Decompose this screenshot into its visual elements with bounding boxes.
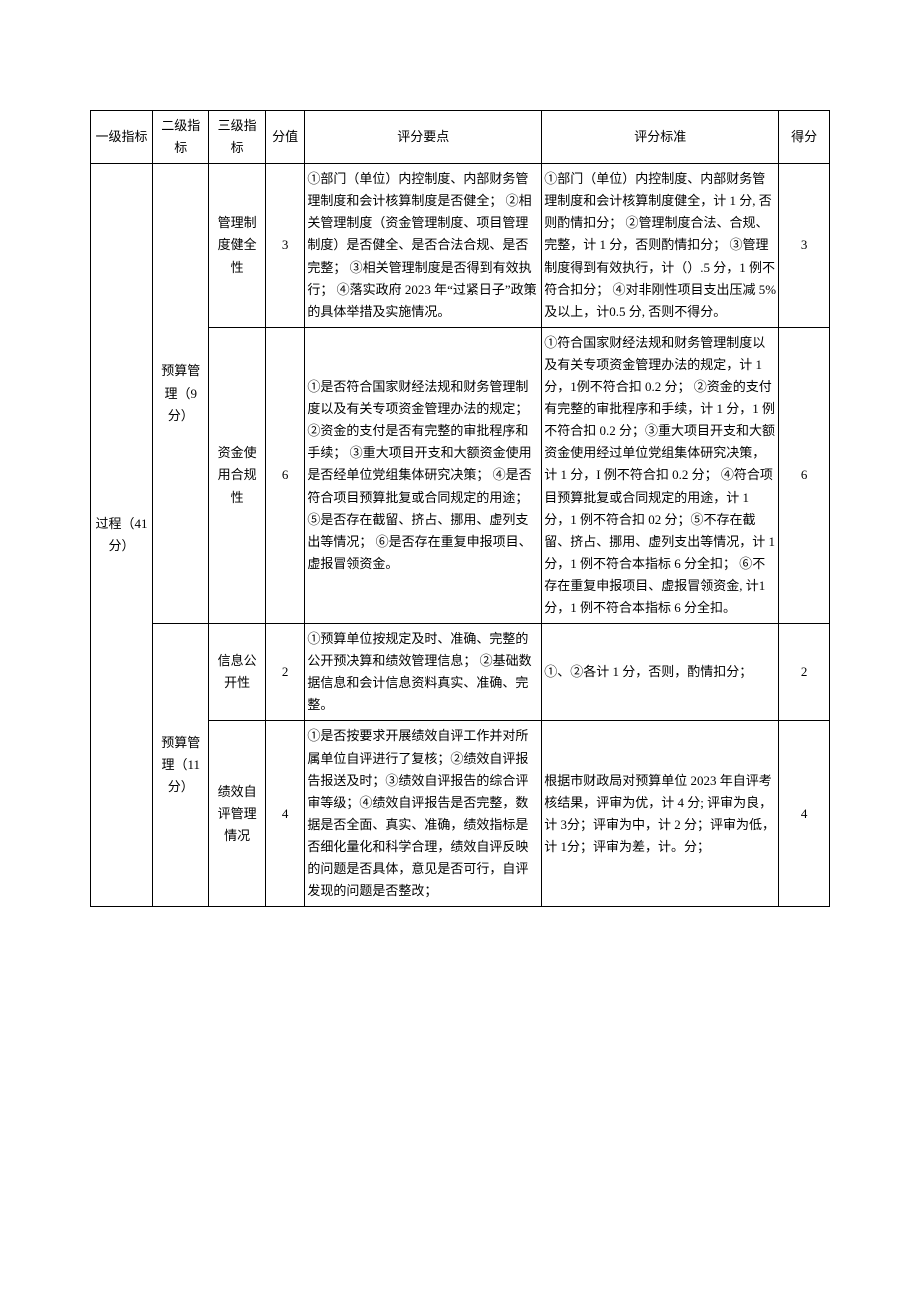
cell-score: 3 [779,164,830,328]
cell-standard: 根据市财政局对预算单位 2023 年自评考核结果，评审为优，计 4 分; 评审为… [542,721,779,907]
header-l1: 一级指标 [91,111,153,164]
cell-sv: 4 [265,721,304,907]
header-points: 评分要点 [305,111,542,164]
cell-l3: 管理制度健全性 [209,164,265,328]
cell-sv: 6 [265,327,304,623]
header-standard: 评分标准 [542,111,779,164]
cell-points: ①预算单位按规定及时、准确、完整的公开预决算和绩效管理信息； ②基础数据信息和会… [305,624,542,721]
table-row: 预算管理（11分） 信息公开性 2 ①预算单位按规定及时、准确、完整的公开预决算… [91,624,830,721]
cell-points: ①部门（单位）内控制度、内部财务管理制度和会计核算制度是否健全； ②相关管理制度… [305,164,542,328]
cell-standard: ①、②各计 1 分，否则，酌情扣分； [542,624,779,721]
cell-score: 4 [779,721,830,907]
cell-standard: ①符合国家财经法规和财务管理制度以及有关专项资金管理办法的规定，计 1 分，1例… [542,327,779,623]
cell-points: ①是否符合国家财经法规和财务管理制度以及有关专项资金管理办法的规定； ②资金的支… [305,327,542,623]
header-score: 得分 [779,111,830,164]
cell-l1: 过程（41 分） [91,164,153,907]
evaluation-table: 一级指标 二级指标 三级指标 分值 评分要点 评分标准 得分 过程（41 分） … [90,110,830,907]
header-l3: 三级指标 [209,111,265,164]
cell-sv: 3 [265,164,304,328]
cell-standard: ①部门（单位）内控制度、内部财务管理制度和会计核算制度健全，计 1 分, 否则酌… [542,164,779,328]
header-l2: 二级指标 [153,111,209,164]
cell-l3: 资金使用合规性 [209,327,265,623]
cell-l2a: 预算管理（9分） [153,164,209,624]
cell-score: 2 [779,624,830,721]
table-header-row: 一级指标 二级指标 三级指标 分值 评分要点 评分标准 得分 [91,111,830,164]
cell-l2b: 预算管理（11分） [153,624,209,907]
cell-points: ①是否按要求开展绩效自评工作并对所属单位自评进行了复核；②绩效自评报告报送及时；… [305,721,542,907]
cell-l3: 绩效自评管理情况 [209,721,265,907]
table-row: 过程（41 分） 预算管理（9分） 管理制度健全性 3 ①部门（单位）内控制度、… [91,164,830,328]
cell-score: 6 [779,327,830,623]
cell-sv: 2 [265,624,304,721]
header-score-value: 分值 [265,111,304,164]
cell-l3: 信息公开性 [209,624,265,721]
